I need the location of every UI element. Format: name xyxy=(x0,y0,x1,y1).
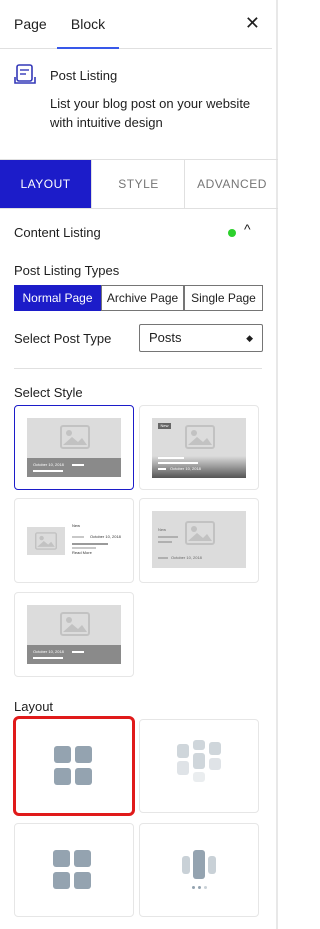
post-type-value: Posts xyxy=(149,330,182,345)
title-line xyxy=(72,543,108,545)
carousel-dot xyxy=(204,886,207,889)
grid-cell xyxy=(209,758,221,770)
title-line xyxy=(33,470,63,472)
chevron-up-icon[interactable]: ^ xyxy=(244,221,251,237)
style-option-2[interactable]: New October 10, 2018 xyxy=(139,405,259,490)
select-arrows-icon: ◆ xyxy=(246,333,253,343)
tab-layout[interactable]: LAYOUT xyxy=(0,160,91,208)
image-icon xyxy=(60,425,90,449)
new-label: New xyxy=(72,523,81,528)
style-option-4[interactable]: New October 10, 2018 xyxy=(139,498,259,583)
status-dot xyxy=(228,229,236,237)
meta-line xyxy=(158,468,166,470)
carousel-dot xyxy=(192,886,195,889)
block-title: Post Listing xyxy=(50,68,118,83)
new-badge: New xyxy=(158,423,171,429)
grid-cell xyxy=(54,746,71,763)
grid-cell xyxy=(193,753,205,769)
grid-cell xyxy=(193,740,205,750)
post-listing-types-label: Post Listing Types xyxy=(14,263,120,278)
panel-edge xyxy=(276,0,278,929)
post-type-select[interactable]: Posts ◆ xyxy=(139,324,263,352)
grid-cell xyxy=(53,850,70,867)
option-normal-page[interactable]: Normal Page xyxy=(14,285,101,311)
post-listing-icon xyxy=(14,64,36,84)
grid-cell xyxy=(209,742,221,755)
style-date: October 10, 2018 xyxy=(170,466,201,471)
layout-option-carousel[interactable] xyxy=(139,823,259,917)
grid-cell xyxy=(75,768,92,785)
layout-label: Layout xyxy=(14,699,54,714)
grid-cell xyxy=(177,761,189,775)
block-description: List your blog post on your website with… xyxy=(50,96,251,130)
option-single-page[interactable]: Single Page xyxy=(184,285,263,311)
meta-line xyxy=(72,536,84,538)
layout-option-grid-alt[interactable] xyxy=(14,823,134,917)
select-style-label: Select Style xyxy=(14,385,83,400)
tab-page[interactable]: Page xyxy=(14,0,47,47)
title-line xyxy=(158,536,178,538)
slide-cell xyxy=(193,850,205,879)
style-overlay-bar xyxy=(27,458,121,477)
grid-cell xyxy=(54,768,71,785)
style-option-5[interactable]: October 10, 2018 xyxy=(14,592,134,677)
close-icon[interactable]: ✕ xyxy=(245,12,260,34)
content-listing-title[interactable]: Content Listing xyxy=(14,225,101,240)
block-card: Post Listing List your blog post on your… xyxy=(0,48,272,158)
style-option-3[interactable]: New October 10, 2018 Read More xyxy=(14,498,134,583)
tab-style[interactable]: STYLE xyxy=(91,160,185,208)
style-option-1[interactable]: October 10, 2018 xyxy=(14,405,134,490)
meta-line xyxy=(72,464,84,466)
style-date: October 10, 2018 xyxy=(90,534,121,539)
carousel-dot xyxy=(198,886,201,889)
tab-block[interactable]: Block xyxy=(57,0,119,49)
slide-cell xyxy=(182,856,190,874)
style-date: October 10, 2018 xyxy=(33,462,64,467)
read-more-link: Read More xyxy=(72,550,92,555)
option-archive-page[interactable]: Archive Page xyxy=(101,285,184,311)
grid-cell xyxy=(75,746,92,763)
grid-cell xyxy=(74,850,91,867)
image-icon xyxy=(35,532,57,550)
title-line xyxy=(158,457,184,459)
title-line xyxy=(33,657,63,659)
grid-cell xyxy=(74,872,91,889)
title-line-2 xyxy=(158,462,198,464)
layout-option-masonry[interactable] xyxy=(139,719,259,813)
style-overlay-bar xyxy=(27,645,121,664)
grid-cell xyxy=(177,744,189,758)
select-post-type-label: Select Post Type xyxy=(14,331,112,346)
image-icon xyxy=(185,521,215,545)
grid-cell xyxy=(193,772,205,782)
style-date: October 10, 2018 xyxy=(171,555,202,560)
tab-advanced[interactable]: ADVANCED xyxy=(184,160,279,208)
image-icon xyxy=(185,425,215,449)
meta-line xyxy=(158,557,168,559)
meta-line xyxy=(72,651,84,653)
title-line-2 xyxy=(158,541,172,543)
inspector-tabs: Page Block ✕ xyxy=(0,0,272,49)
layout-option-grid[interactable] xyxy=(13,716,135,816)
panel-tabs: LAYOUT STYLE ADVANCED xyxy=(0,159,278,209)
style-date: October 10, 2018 xyxy=(33,649,64,654)
excerpt-line xyxy=(72,547,96,549)
new-label: New xyxy=(158,527,167,532)
image-icon xyxy=(60,612,90,636)
slide-cell xyxy=(208,856,216,874)
grid-cell xyxy=(53,872,70,889)
divider xyxy=(14,368,262,369)
